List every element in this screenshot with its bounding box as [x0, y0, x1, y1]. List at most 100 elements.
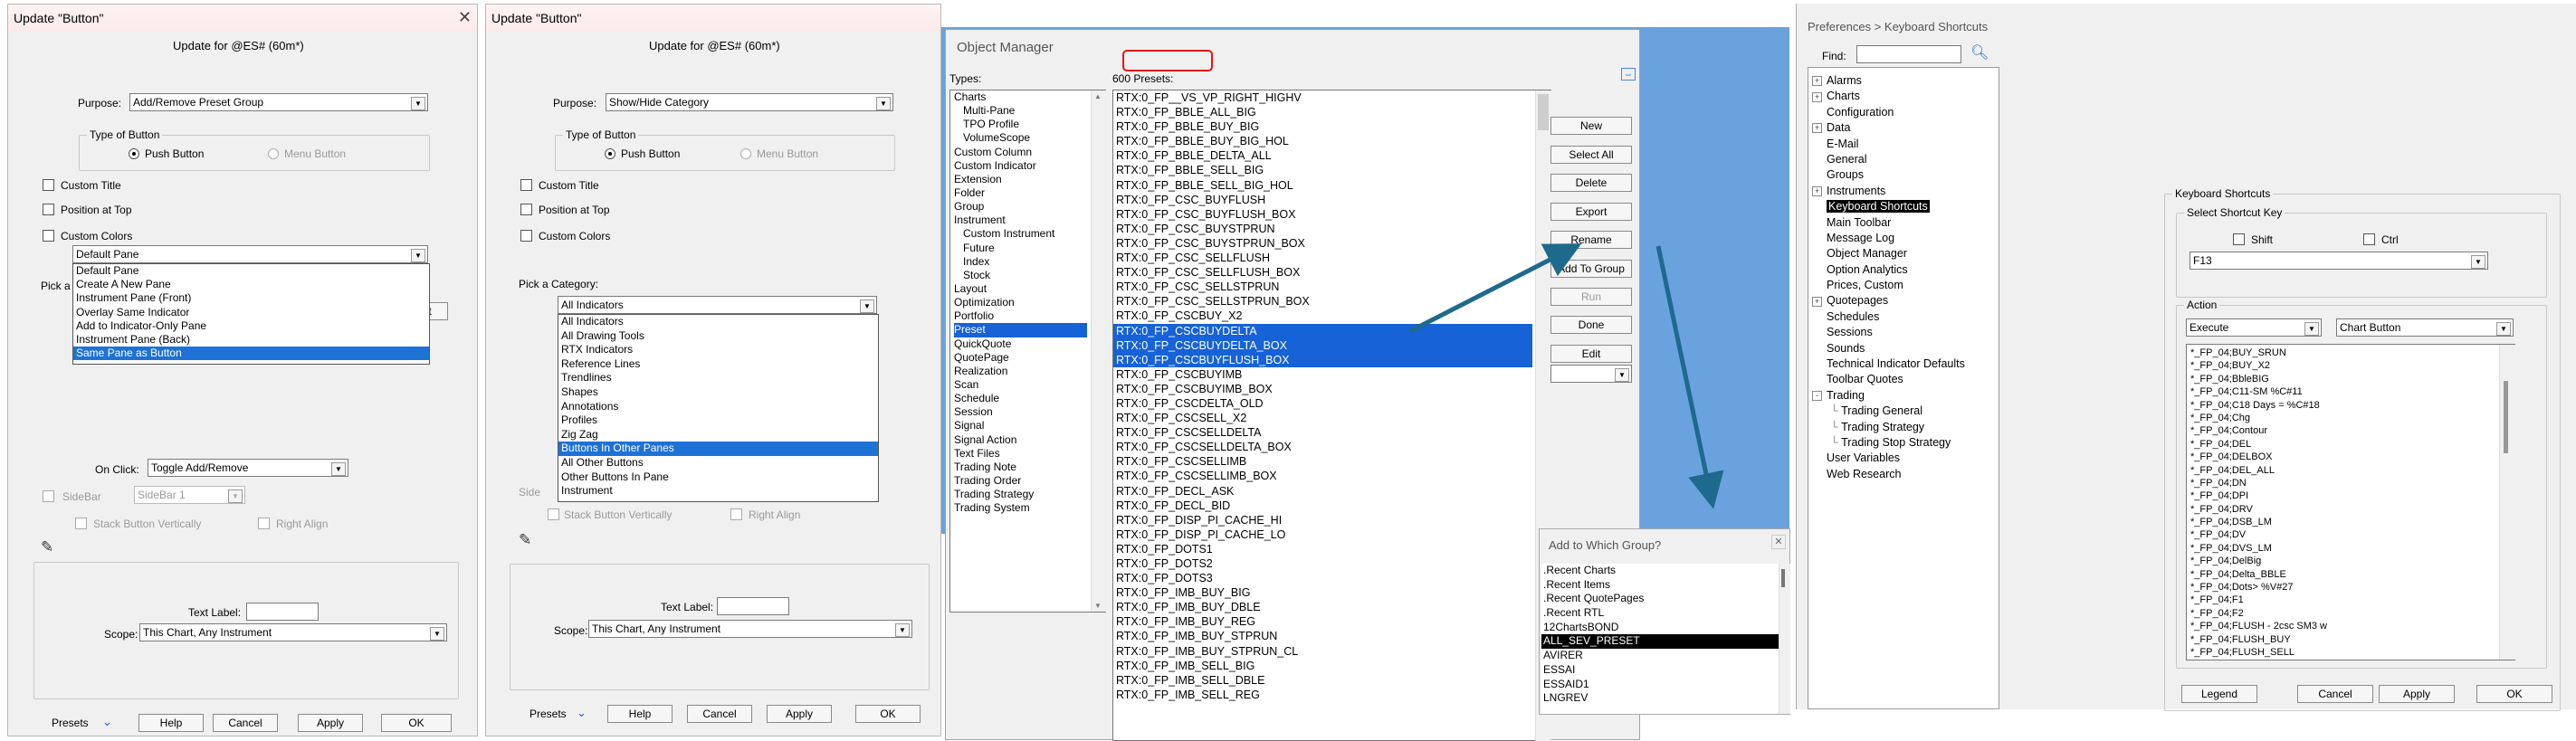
tree-item[interactable]: Message Log — [1812, 231, 1999, 246]
type-item[interactable]: Instrument — [954, 214, 1105, 227]
preset-item[interactable]: RTX:0_FP_DECL_BID — [1113, 499, 1550, 513]
stack-vertically-checkbox[interactable] — [548, 508, 559, 520]
stack-vertically-checkbox[interactable] — [75, 518, 87, 529]
type-item[interactable]: Preset — [954, 323, 1087, 337]
category-option[interactable]: Reference Lines — [558, 357, 878, 372]
preset-item[interactable]: RTX:0_FP_BBLE_ALL_BIG — [1113, 105, 1550, 119]
type-item[interactable]: Custom Instrument — [954, 227, 1105, 241]
group-item[interactable]: .Recent Items — [1541, 578, 1779, 593]
action-item[interactable]: *_FP_04;DVS_LM — [2187, 542, 2514, 555]
tree-item[interactable]: Main Toolbar — [1812, 215, 1999, 231]
rename-button[interactable]: Rename — [1550, 231, 1632, 249]
tree-item[interactable]: + Data — [1812, 120, 1999, 136]
category-option[interactable]: RTX Indicators — [558, 343, 878, 357]
preset-item[interactable]: RTX:0_FP_IMB_SELL_BIG — [1113, 659, 1550, 673]
type-item[interactable]: Portfolio — [954, 309, 1105, 323]
action-item[interactable]: *_FP_04;Chg — [2187, 412, 2514, 424]
action-item[interactable]: *_FP_04;C18 Days = %C#18 — [2187, 399, 2514, 412]
tree-item[interactable]: User Variables — [1812, 451, 1999, 466]
apply-button[interactable]: Apply — [2379, 685, 2455, 703]
tree-item[interactable]: Schedules — [1812, 309, 1999, 325]
preset-item[interactable]: RTX:0_FP_CSCDELTA_OLD — [1113, 396, 1550, 411]
tree-item[interactable]: E-Mail — [1812, 137, 1999, 152]
key-select[interactable]: F13 ▼ — [2190, 252, 2488, 270]
collapse-icon[interactable]: - — [1812, 391, 1822, 402]
preset-item[interactable]: RTX:0_FP_CSC_SELLFLUSH — [1113, 251, 1550, 265]
presets-label[interactable]: Presets — [530, 708, 567, 720]
category-option[interactable]: Other Buttons In Pane — [558, 470, 878, 485]
type-item[interactable]: Extension — [954, 173, 1105, 186]
category-option[interactable]: All Indicators — [558, 315, 878, 329]
type-item[interactable]: Trading System — [954, 501, 1105, 515]
category-option[interactable]: Zig Zag — [558, 428, 878, 442]
tree-item[interactable]: Object Manager — [1812, 246, 1999, 261]
preset-item[interactable]: RTX:0_FP_IMB_SELL_REG — [1113, 688, 1550, 702]
preset-item[interactable]: RTX:0_FP_BBLE_DELTA_ALL — [1113, 148, 1550, 163]
preset-item[interactable]: RTX:0_FP_CSC_SELLSTPRUN_BOX — [1113, 294, 1550, 309]
edit-button[interactable]: Edit — [1550, 345, 1632, 363]
tree-item[interactable]: └ Trading Strategy — [1812, 420, 1999, 435]
type-item[interactable]: Optimization — [954, 296, 1105, 309]
group-item[interactable]: ALL_SEV_PRESET — [1541, 634, 1779, 650]
action-item[interactable]: *_FP_04;Contour — [2187, 424, 2514, 437]
preset-item[interactable]: RTX:0_FP_CSC_BUYFLUSH_BOX — [1113, 207, 1550, 222]
cancel-button[interactable]: Cancel — [213, 714, 278, 732]
preset-item[interactable]: RTX:0_FP_CSC_SELLFLUSH_BOX — [1113, 265, 1550, 280]
action-item[interactable]: *_FP_04;BbleBIG — [2187, 373, 2514, 385]
preset-item[interactable]: RTX:0_FP_CSCBUYIMB_BOX — [1113, 382, 1550, 396]
position-top-checkbox[interactable] — [520, 204, 532, 215]
apply-button[interactable]: Apply — [298, 714, 363, 732]
action-item[interactable]: *_FP_04;C11-SM %C#11 — [2187, 385, 2514, 398]
action-item[interactable]: *_FP_04;DPI — [2187, 489, 2514, 502]
pane-option[interactable]: Default Pane — [73, 264, 429, 278]
category-option[interactable]: All Other Buttons — [558, 456, 878, 470]
search-icon[interactable]: 🔍︎ — [1970, 43, 1989, 62]
type-item[interactable]: Signal Action — [954, 433, 1105, 447]
group-item[interactable]: ESSAI — [1541, 663, 1779, 678]
preset-item[interactable]: RTX:0_FP_CSCBUYDELTA_BOX — [1113, 337, 1532, 353]
preset-item[interactable]: RTX:0_FP_CSCSELLIMB — [1113, 454, 1550, 469]
preset-item[interactable]: RTX:0_FP_CSCBUYFLUSH_BOX — [1113, 352, 1532, 367]
tree-item[interactable]: Configuration — [1812, 105, 1999, 120]
type-item[interactable]: Trading Strategy — [954, 488, 1105, 501]
custom-title-checkbox[interactable] — [43, 179, 54, 191]
tree-item[interactable]: Keyboard Shortcuts — [1812, 199, 1999, 214]
type-item[interactable]: TPO Profile — [954, 118, 1105, 131]
types-list[interactable]: Charts Multi-Pane TPO Profile VolumeScope Cu… — [949, 90, 1106, 613]
presets-label[interactable]: Presets — [52, 717, 89, 729]
tree-item[interactable]: General — [1812, 152, 1999, 167]
run-button[interactable]: Run — [1550, 288, 1632, 306]
right-align-checkbox[interactable] — [258, 518, 270, 529]
action-item[interactable]: *_FP_04;FLUSH_BUY — [2187, 633, 2514, 646]
expand-icon[interactable]: + — [1812, 185, 1822, 196]
ok-button[interactable]: OK — [855, 705, 921, 723]
presets-list[interactable]: RTX:0_FP__VS_VP_RIGHT_HIGHV RTX:0_FP_BBLE… — [1112, 90, 1551, 741]
action-item[interactable]: *_FP_04;F2 — [2187, 607, 2514, 620]
type-item[interactable]: Charts — [954, 90, 1105, 104]
action-item[interactable]: *_FP_04;FLUSH - 2csc SM3 w — [2187, 620, 2514, 632]
group-item[interactable]: .Recent QuotePages — [1541, 592, 1779, 606]
preset-item[interactable]: RTX:0_FP_DOTS3 — [1113, 571, 1550, 585]
type-item[interactable]: Layout — [954, 282, 1105, 296]
pencil-icon[interactable]: ✎ — [41, 538, 53, 556]
ok-button[interactable]: OK — [381, 714, 452, 732]
pane-option[interactable]: Overlay Same Indicator — [73, 306, 429, 319]
action-item[interactable]: *_FP_04;DSB_LM — [2187, 516, 2514, 528]
text-label-input[interactable] — [717, 597, 789, 615]
preset-item[interactable]: RTX:0_FP_IMB_BUY_BIG — [1113, 585, 1550, 600]
preset-item[interactable]: RTX:0_FP_DOTS1 — [1113, 542, 1550, 556]
preset-item[interactable]: RTX:0_FP_CSCBUY_X2 — [1113, 309, 1550, 323]
tree-item[interactable]: Prices, Custom — [1812, 278, 1999, 293]
cancel-button[interactable]: Cancel — [2297, 685, 2373, 703]
right-align-checkbox[interactable] — [730, 508, 742, 520]
tree-item[interactable]: Sounds — [1812, 341, 1999, 356]
preset-item[interactable]: RTX:0_FP_BBLE_SELL_BIG_HOL — [1113, 178, 1550, 193]
group-item[interactable]: 12ChartsBOND — [1541, 621, 1779, 635]
group-item[interactable]: ESSAID1 — [1541, 678, 1779, 692]
type-item[interactable]: VolumeScope — [954, 131, 1105, 145]
expand-icon[interactable]: ⇔ — [1621, 68, 1636, 81]
pane-option[interactable]: Create A New Pane — [73, 278, 429, 291]
tree-item[interactable]: + Quotepages — [1812, 293, 1999, 309]
preset-item[interactable]: RTX:0_FP__VS_VP_RIGHT_HIGHV — [1113, 90, 1550, 105]
target-select[interactable]: Chart Button ▼ — [2336, 318, 2514, 337]
